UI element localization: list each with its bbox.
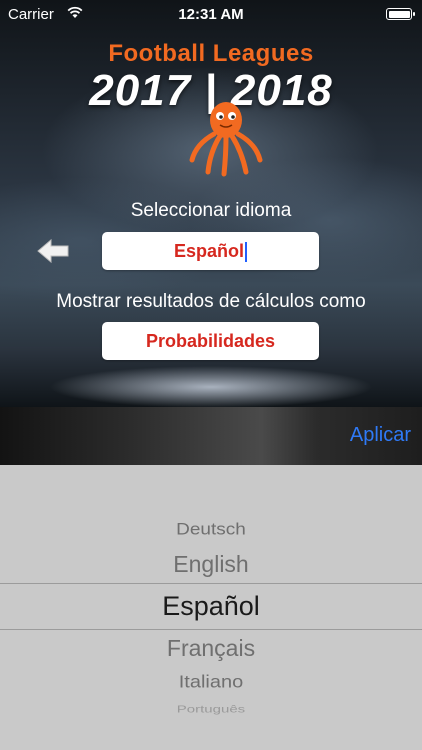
- clock: 12:31 AM: [178, 6, 244, 23]
- app-title: Football Leagues: [108, 40, 314, 67]
- language-picker[interactable]: Deutsch English Español Français Italian…: [0, 465, 422, 750]
- picker-option[interactable]: Italiano: [0, 672, 422, 693]
- language-field[interactable]: Español: [102, 232, 319, 270]
- picker-toolbar: Aplicar: [0, 407, 422, 465]
- status-bar: Carrier 12:31 AM: [0, 0, 422, 30]
- language-value: Español: [173, 241, 244, 261]
- results-label: Mostrar resultados de cálculos como: [56, 291, 366, 312]
- picker-selection-line-bottom: [0, 629, 422, 630]
- language-label: Seleccionar idioma: [130, 200, 292, 221]
- picker-option-selected[interactable]: Español: [0, 591, 422, 622]
- picker-option[interactable]: Deutsch: [0, 520, 422, 539]
- results-format-field[interactable]: Probabilidades: [102, 322, 319, 360]
- battery-icon: [386, 8, 415, 20]
- picker-option[interactable]: Português: [0, 704, 422, 716]
- picker-option[interactable]: Français: [0, 635, 422, 662]
- text-cursor: [245, 242, 247, 263]
- octopus-mascot-icon: [189, 102, 263, 177]
- picker-selection-line-top: [0, 583, 422, 584]
- results-format-value: Probabilidades: [145, 331, 276, 351]
- apply-button[interactable]: Aplicar: [350, 424, 411, 447]
- picker-option[interactable]: English: [0, 551, 422, 578]
- back-arrow-icon[interactable]: [36, 238, 70, 264]
